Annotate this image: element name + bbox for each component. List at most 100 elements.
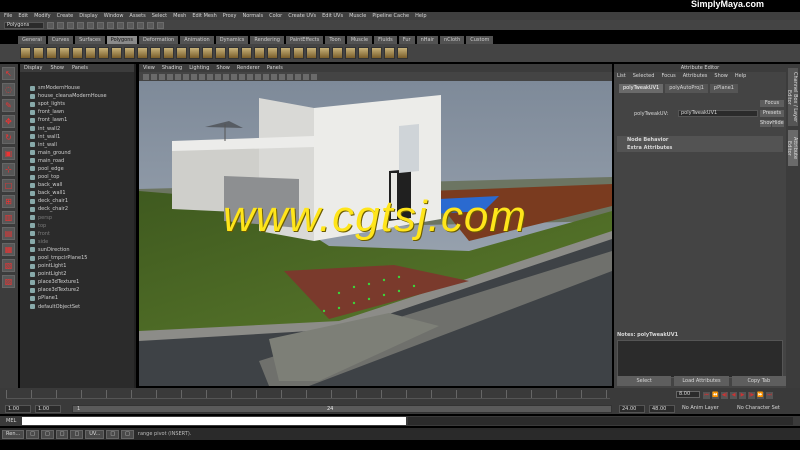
snap-grid-icon[interactable]: [107, 21, 114, 29]
shelf-tool-icon[interactable]: [176, 47, 187, 59]
shelf-tool-icon[interactable]: [241, 47, 252, 59]
snap-point-icon[interactable]: [127, 21, 134, 29]
section-node-behavior[interactable]: Node Behavior: [617, 136, 783, 144]
viewport-tool-icon[interactable]: [207, 73, 213, 80]
command-input[interactable]: [22, 417, 406, 425]
outliner-item[interactable]: pPlane1: [30, 294, 134, 302]
shelf-tool-icon[interactable]: [345, 47, 356, 59]
shelf-tab-toon[interactable]: Toon: [325, 36, 345, 44]
shelf-tool-icon[interactable]: [150, 47, 161, 59]
shelf-tab-nhair[interactable]: nHair: [416, 36, 438, 44]
viewport-menu-renderer[interactable]: Renderer: [237, 65, 260, 71]
viewport-menu-view[interactable]: View: [143, 65, 155, 71]
shelf-tab-muscle[interactable]: Muscle: [346, 36, 373, 44]
menu-window[interactable]: Window: [104, 13, 124, 19]
outliner-item[interactable]: side: [30, 238, 134, 246]
shelf-tool-icon[interactable]: [384, 47, 395, 59]
outliner-item[interactable]: front_lawn1: [30, 116, 134, 124]
character-set-select[interactable]: No Character Set: [735, 405, 795, 413]
shelf-tool-icon[interactable]: [33, 47, 44, 59]
viewport-tool-icon[interactable]: [247, 73, 253, 80]
task-uv-editor[interactable]: UV...: [85, 429, 105, 439]
menu-display[interactable]: Display: [79, 13, 97, 19]
select-object-icon[interactable]: [87, 21, 94, 29]
outliner-item[interactable]: pointLight2: [30, 270, 134, 278]
outliner-item[interactable]: back_wall1: [30, 189, 134, 197]
playback-start-field[interactable]: 1.00: [35, 405, 61, 413]
shelf-tool-icon[interactable]: [202, 47, 213, 59]
shelf-tool-icon[interactable]: [189, 47, 200, 59]
shelf-tool-icon[interactable]: [358, 47, 369, 59]
shelf-tool-icon[interactable]: [280, 47, 291, 59]
outliner-item[interactable]: place3dTexture1: [30, 278, 134, 286]
task-window-8[interactable]: □: [121, 429, 134, 439]
outliner-item[interactable]: back_wall: [30, 181, 134, 189]
layout-tri-icon[interactable]: ▨: [2, 275, 15, 288]
viewport-menu-panels[interactable]: Panels: [267, 65, 283, 71]
ipr-render-icon[interactable]: [147, 21, 154, 29]
viewport-tool-icon[interactable]: [167, 73, 173, 80]
play-back-icon[interactable]: ◀: [730, 392, 737, 399]
viewport-tool-icon[interactable]: [287, 73, 293, 80]
ae-menu-help[interactable]: Help: [735, 73, 746, 79]
step-back-icon[interactable]: ⏪: [712, 392, 719, 399]
manipulator-icon[interactable]: ⊹: [2, 163, 15, 176]
menu-create[interactable]: Create: [57, 13, 74, 19]
menu-edit-mesh[interactable]: Edit Mesh: [192, 13, 216, 19]
load-attributes-button[interactable]: Load Attributes: [674, 376, 729, 386]
node-name-field[interactable]: polyTweakUV1: [678, 110, 758, 117]
task-window-2[interactable]: □: [26, 429, 39, 439]
new-scene-icon[interactable]: [47, 21, 54, 29]
prev-key-icon[interactable]: ◀|: [721, 392, 728, 399]
menu-file[interactable]: File: [4, 13, 12, 19]
render-settings-icon[interactable]: [157, 21, 164, 29]
viewport-tool-icon[interactable]: [303, 73, 309, 80]
outliner-item[interactable]: deck_chair2: [30, 205, 134, 213]
snap-curve-icon[interactable]: [117, 21, 124, 29]
rotate-tool-icon[interactable]: ↻: [2, 131, 15, 144]
task-window-7[interactable]: □: [106, 429, 120, 439]
shelf-tab-general[interactable]: General: [18, 36, 46, 44]
shelf-tool-icon[interactable]: [72, 47, 83, 59]
shelf-tool-icon[interactable]: [85, 47, 96, 59]
menu-mesh[interactable]: Mesh: [173, 13, 186, 19]
paint-select-icon[interactable]: ✎: [2, 99, 15, 112]
show-button[interactable]: Show: [760, 120, 774, 127]
shelf-tool-icon[interactable]: [267, 47, 278, 59]
shelf-tool-icon[interactable]: [306, 47, 317, 59]
scale-tool-icon[interactable]: ▣: [2, 147, 15, 160]
next-key-icon[interactable]: |▶: [748, 392, 755, 399]
viewport-tool-icon[interactable]: [311, 73, 317, 80]
outliner-item[interactable]: house_cleanaModernHouse: [30, 92, 134, 100]
shelf-tool-icon[interactable]: [254, 47, 265, 59]
viewport-tool-icon[interactable]: [175, 73, 181, 80]
viewport-tool-icon[interactable]: [231, 73, 237, 80]
shelf-tab-fluids[interactable]: Fluids: [374, 36, 397, 44]
outliner-item[interactable]: smModernHouse: [30, 84, 134, 92]
menu-proxy[interactable]: Proxy: [223, 13, 237, 19]
go-start-icon[interactable]: ⏮: [703, 392, 710, 399]
menu-create-uvs[interactable]: Create UVs: [288, 13, 316, 19]
layout-single-icon[interactable]: □: [2, 179, 15, 192]
task-window-3[interactable]: □: [41, 429, 54, 439]
ae-menu-show[interactable]: Show: [714, 73, 728, 79]
timeline-ticks[interactable]: [6, 390, 610, 399]
shelf-tool-icon[interactable]: [371, 47, 382, 59]
outliner-item[interactable]: sunDirection: [30, 246, 134, 254]
shelf-tool-icon[interactable]: [215, 47, 226, 59]
viewport-tool-icon[interactable]: [199, 73, 205, 80]
viewport-menu-shading[interactable]: Shading: [162, 65, 182, 71]
start-time-field[interactable]: 1.00: [5, 405, 31, 413]
viewport-tool-icon[interactable]: [279, 73, 285, 80]
save-scene-icon[interactable]: [67, 21, 74, 29]
menu-select[interactable]: Select: [152, 13, 167, 19]
mel-label[interactable]: MEL: [6, 417, 16, 425]
focus-button[interactable]: Focus: [760, 100, 784, 107]
menu-edit[interactable]: Edit: [18, 13, 28, 19]
shelf-tool-icon[interactable]: [332, 47, 343, 59]
current-frame-field[interactable]: 8.00: [676, 391, 700, 398]
outliner-item[interactable]: main_ground: [30, 149, 134, 157]
shelf-tab-fur[interactable]: Fur: [398, 36, 415, 44]
open-scene-icon[interactable]: [57, 21, 64, 29]
shelf-tool-icon[interactable]: [228, 47, 239, 59]
